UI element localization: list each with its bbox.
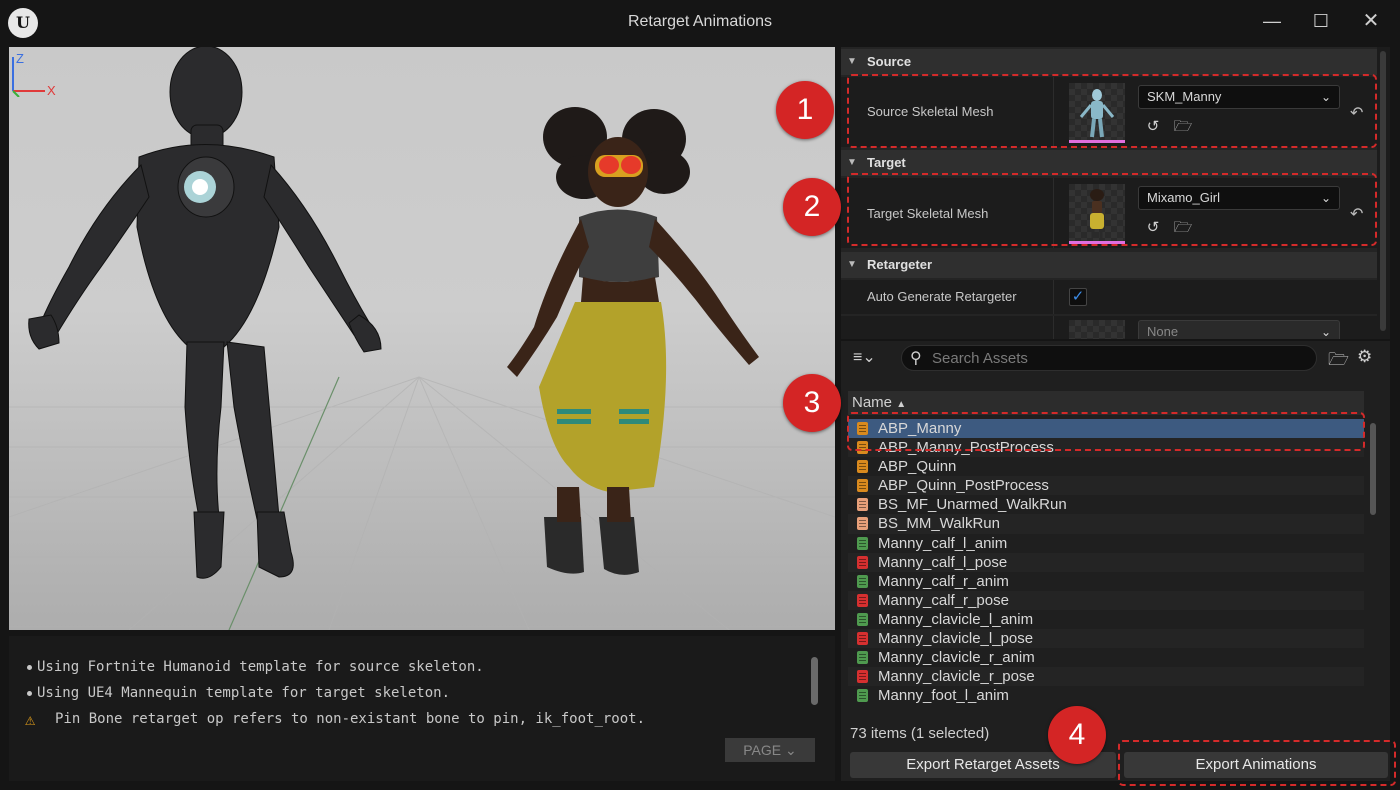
auto-generate-row: Auto Generate Retargeter ✓ [841,280,1377,314]
asset-name: Manny_calf_r_pose [878,591,1009,609]
log-line: Using Fortnite Humanoid template for sou… [27,657,484,677]
girl-character [507,107,759,575]
highlight-abp-manny [847,412,1365,451]
axis-x-label: X [47,83,56,97]
highlight-export-animations [1118,740,1396,786]
asset-row[interactable]: Manny_calf_l_anim [848,534,1364,553]
step-badge-3: 3 [783,374,841,432]
asset-name: Manny_clavicle_r_anim [878,649,1035,667]
asset-row[interactable]: BS_MM_WalkRun [848,514,1364,534]
log-scrollbar[interactable] [811,657,818,705]
pose-asset-icon [857,632,868,646]
category-retargeter[interactable]: ▼ Retargeter [841,252,1377,278]
asset-row[interactable]: BS_MF_Unarmed_WalkRun [848,495,1364,514]
collapse-arrow-icon: ▼ [847,259,857,270]
bullet-icon [27,665,32,670]
pose-asset-icon [857,555,868,569]
chevron-down-icon: ⌄ [1320,325,1331,339]
preview-viewport[interactable]: Z X [9,47,835,630]
asset-name: BS_MF_Unarmed_WalkRun [878,496,1067,514]
step-badge-2: 2 [783,178,841,236]
minimize-icon[interactable]: — [1257,8,1287,34]
asset-browser: ≡⌄ ⚲ 🗁 ⚙ Name ▲ ABP_MannyABP_Manny_PostP… [841,341,1390,781]
category-source[interactable]: ▼ Source [841,49,1377,75]
step-badge-1: 1 [776,81,834,139]
anim-sequence-icon [857,574,868,588]
search-icon: ⚲ [910,350,922,367]
blendspace-icon [857,517,868,531]
title-bar: U Retarget Animations — ☐ ✕ [0,0,1400,44]
asset-name: ABP_Quinn_PostProcess [878,477,1049,495]
asset-row[interactable]: Manny_calf_l_pose [848,552,1364,572]
folder-icon[interactable]: 🗁 [1328,347,1349,376]
asset-row[interactable]: Manny_clavicle_r_anim [848,648,1364,667]
bullet-icon [27,691,32,696]
asset-row[interactable]: Manny_foot_l_anim [848,686,1364,705]
settings-gear-icon[interactable]: ⚙ [1357,347,1372,367]
column-divider [1053,316,1054,339]
maximize-icon[interactable]: ☐ [1306,8,1336,34]
anim-sequence-icon [857,689,868,703]
highlight-source [847,74,1377,148]
asset-name: Manny_calf_l_pose [878,553,1008,571]
asset-row[interactable]: Manny_calf_r_anim [848,572,1364,591]
asset-row[interactable]: ABP_Quinn [848,457,1364,476]
asset-row[interactable]: Manny_clavicle_r_pose [848,667,1364,687]
retargeter-asset-row: None ⌄ [841,316,1377,339]
blendspace-icon [857,498,868,512]
asset-name: Manny_clavicle_l_anim [878,610,1034,628]
asset-name: Manny_clavicle_r_pose [878,668,1035,686]
column-divider [1053,280,1054,314]
asset-row[interactable]: ABP_Quinn_PostProcess [848,476,1364,496]
window-title: Retarget Animations [627,13,773,30]
manny-character [28,47,382,579]
log-line: Using UE4 Mannequin template for target … [27,683,450,703]
pose-asset-icon [857,593,868,607]
sort-ascending-icon: ▲ [896,399,907,410]
filter-icon[interactable]: ≡⌄ [853,347,876,367]
collapse-arrow-icon: ▼ [847,56,857,67]
axis-z-label: Z [16,51,24,66]
asset-row[interactable]: Manny_clavicle_l_pose [848,629,1364,649]
asset-name: Manny_foot_l_anim [878,687,1009,705]
auto-generate-label: Auto Generate Retargeter [867,289,1017,304]
asset-row[interactable]: Manny_calf_r_pose [848,590,1364,610]
highlight-target [847,173,1377,246]
asset-name: Manny_calf_r_anim [878,572,1009,590]
asset-name: BS_MM_WalkRun [878,515,1000,533]
message-log: Using Fortnite Humanoid template for sou… [9,636,835,781]
asset-name: Manny_clavicle_l_pose [878,630,1034,648]
retargeter-combo[interactable]: None ⌄ [1138,320,1340,339]
auto-generate-checkbox[interactable]: ✓ [1069,288,1087,306]
step-badge-4: 4 [1048,706,1106,764]
retargeter-thumbnail[interactable] [1069,320,1125,339]
log-line-warning: ⚠ Pin Bone retarget op refers to non-exis… [25,710,646,730]
asset-name: ABP_Quinn [878,458,957,476]
asset-row[interactable]: Manny_clavicle_l_anim [848,610,1364,629]
anim-blueprint-icon [857,460,868,474]
anim-sequence-icon [857,612,868,626]
page-button[interactable]: PAGE ⌄ [725,738,815,762]
warning-icon: ⚠ [25,710,36,730]
axis-gizmo: Z X [12,51,56,97]
chevron-down-icon: ⌄ [785,742,797,758]
item-count: 73 items (1 selected) [850,725,990,742]
details-scrollbar[interactable] [1377,47,1390,339]
pose-asset-icon [857,670,868,684]
asset-list: ABP_Manny ABP_Manny_PostProcess ABP_Quinn A… [848,419,1364,709]
asset-name: Manny_calf_l_anim [878,534,1008,552]
close-icon[interactable]: ✕ [1356,8,1386,34]
search-box[interactable]: ⚲ [901,345,1317,371]
asset-list-scrollbar[interactable] [1368,419,1378,709]
viewport-scene [9,47,835,630]
search-input[interactable] [932,348,1302,368]
anim-blueprint-icon [857,479,868,493]
anim-sequence-icon [857,651,868,665]
anim-sequence-icon [857,536,868,550]
